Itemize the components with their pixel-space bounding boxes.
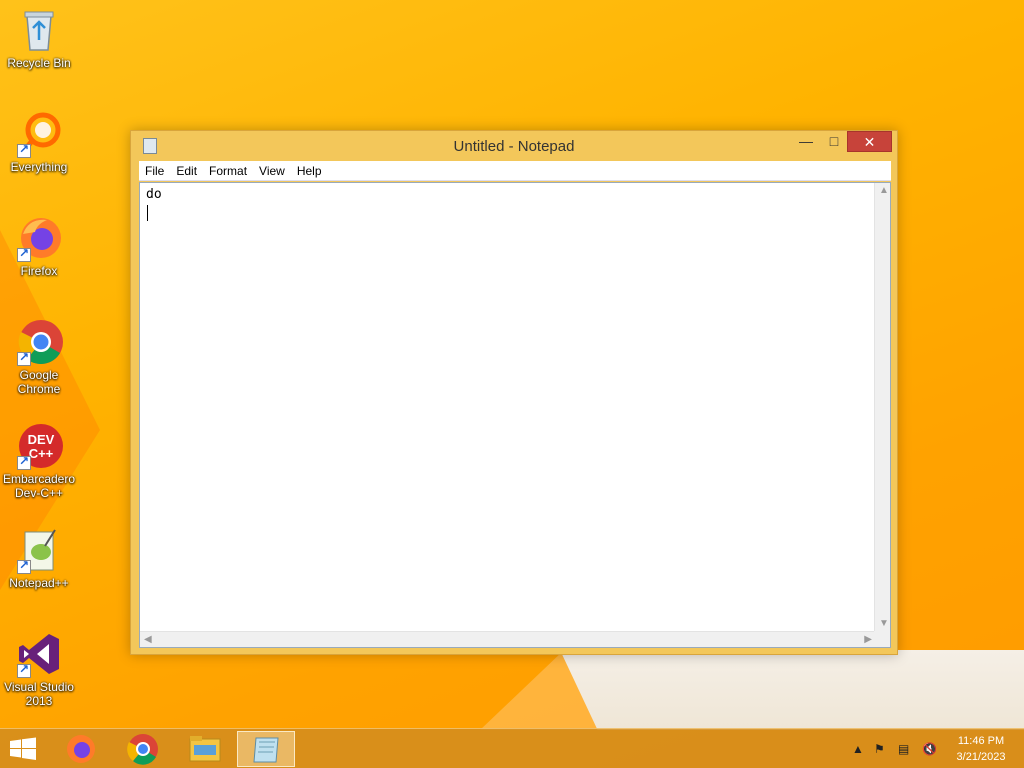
- desktop-icon-label: Embarcadero Dev-C++: [2, 472, 76, 500]
- window-title: Untitled - Notepad: [453, 138, 575, 155]
- desktop-icon-label: Firefox: [20, 264, 58, 278]
- desktop-icon-label: Google Chrome: [17, 368, 61, 396]
- recycle-bin-icon: [15, 6, 63, 54]
- desktop-icon-label: Recycle Bin: [7, 56, 71, 70]
- resize-grip[interactable]: [874, 631, 890, 647]
- scroll-up-icon[interactable]: ▲: [879, 185, 889, 196]
- svg-text:C++: C++: [29, 446, 54, 461]
- network-icon[interactable]: ▤: [898, 742, 909, 756]
- close-icon: ✕: [863, 134, 876, 150]
- desktop-icon-label: Notepad++: [9, 576, 69, 590]
- desktop-icon-recycle-bin[interactable]: Recycle Bin: [2, 6, 76, 70]
- desktop-icon-everything[interactable]: Everything: [2, 110, 76, 174]
- vertical-scrollbar[interactable]: ▲ ▼: [874, 183, 890, 631]
- desktop-icon-google-chrome[interactable]: Google Chrome: [2, 318, 76, 396]
- clock-time: 11:46 PM: [957, 735, 1005, 747]
- show-hidden-icons-icon[interactable]: ▲: [852, 742, 864, 756]
- wallpaper-shape: [560, 650, 1024, 730]
- text-caret: [147, 205, 148, 221]
- desktop-icon-label: Visual Studio 2013: [4, 680, 74, 708]
- taskbar-chrome[interactable]: [114, 731, 172, 767]
- desktop-icon-firefox[interactable]: Firefox: [2, 214, 76, 278]
- svg-text:DEV: DEV: [28, 432, 55, 447]
- title-bar[interactable]: Untitled - Notepad — □ ✕: [131, 131, 897, 161]
- text-editor[interactable]: do ▲ ▼ ◀ ▶: [139, 182, 891, 648]
- firefox-icon: [67, 735, 95, 763]
- taskbar-file-explorer[interactable]: [176, 731, 234, 767]
- desktop-icon-label: Everything: [10, 160, 68, 174]
- everything-icon: [15, 110, 63, 158]
- volume-muted-icon[interactable]: 🔇: [922, 742, 937, 756]
- menu-bar: File Edit Format View Help: [139, 161, 891, 181]
- menu-file[interactable]: File: [139, 161, 170, 181]
- start-button[interactable]: [8, 737, 38, 761]
- shortcut-arrow-icon: [17, 454, 31, 470]
- maximize-button[interactable]: □: [821, 131, 847, 152]
- menu-help[interactable]: Help: [291, 161, 328, 181]
- desktop-icon-dev-cpp[interactable]: DEV C++ Embarcadero Dev-C++: [2, 422, 76, 500]
- desktop-icon-notepad-plus-plus[interactable]: Notepad++: [2, 526, 76, 590]
- scroll-left-icon[interactable]: ◀: [144, 634, 152, 645]
- minimize-icon: —: [799, 133, 813, 149]
- chrome-icon: [127, 734, 158, 765]
- action-center-flag-icon[interactable]: ⚑: [874, 742, 885, 756]
- dev-cpp-icon: DEV C++: [15, 422, 63, 470]
- shortcut-arrow-icon: [17, 662, 31, 678]
- windows-logo-icon: [10, 737, 36, 760]
- editor-content: do: [146, 187, 162, 202]
- shortcut-arrow-icon: [17, 246, 31, 262]
- clock-date: 3/21/2023: [956, 751, 1006, 763]
- shortcut-arrow-icon: [17, 350, 31, 366]
- visual-studio-icon: [15, 630, 63, 678]
- menu-format[interactable]: Format: [203, 161, 253, 181]
- taskbar-notepad[interactable]: [237, 731, 295, 767]
- desktop-icon-visual-studio[interactable]: Visual Studio 2013: [2, 630, 76, 708]
- minimize-button[interactable]: —: [793, 131, 819, 152]
- menu-view[interactable]: View: [253, 161, 291, 181]
- chrome-icon: [15, 318, 63, 366]
- firefox-icon: [15, 214, 63, 262]
- maximize-icon: □: [829, 133, 839, 149]
- taskbar-firefox[interactable]: [52, 731, 110, 767]
- scroll-right-icon[interactable]: ▶: [864, 634, 872, 645]
- shortcut-arrow-icon: [17, 142, 31, 158]
- notepad-plus-plus-icon: [15, 526, 63, 574]
- scroll-down-icon[interactable]: ▼: [879, 618, 889, 629]
- shortcut-arrow-icon: [17, 558, 31, 574]
- folder-icon: [189, 736, 221, 762]
- menu-edit[interactable]: Edit: [170, 161, 203, 181]
- system-clock[interactable]: 11:46 PM 3/21/2023: [944, 733, 1018, 765]
- close-button[interactable]: ✕: [847, 131, 892, 152]
- notepad-window[interactable]: Untitled - Notepad — □ ✕ File Edit Format V…: [130, 130, 898, 655]
- notepad-icon: [253, 737, 279, 763]
- horizontal-scrollbar[interactable]: ◀ ▶: [140, 631, 876, 647]
- taskbar: ▲ ⚑ ▤ 🔇 11:46 PM 3/21/2023: [0, 728, 1024, 768]
